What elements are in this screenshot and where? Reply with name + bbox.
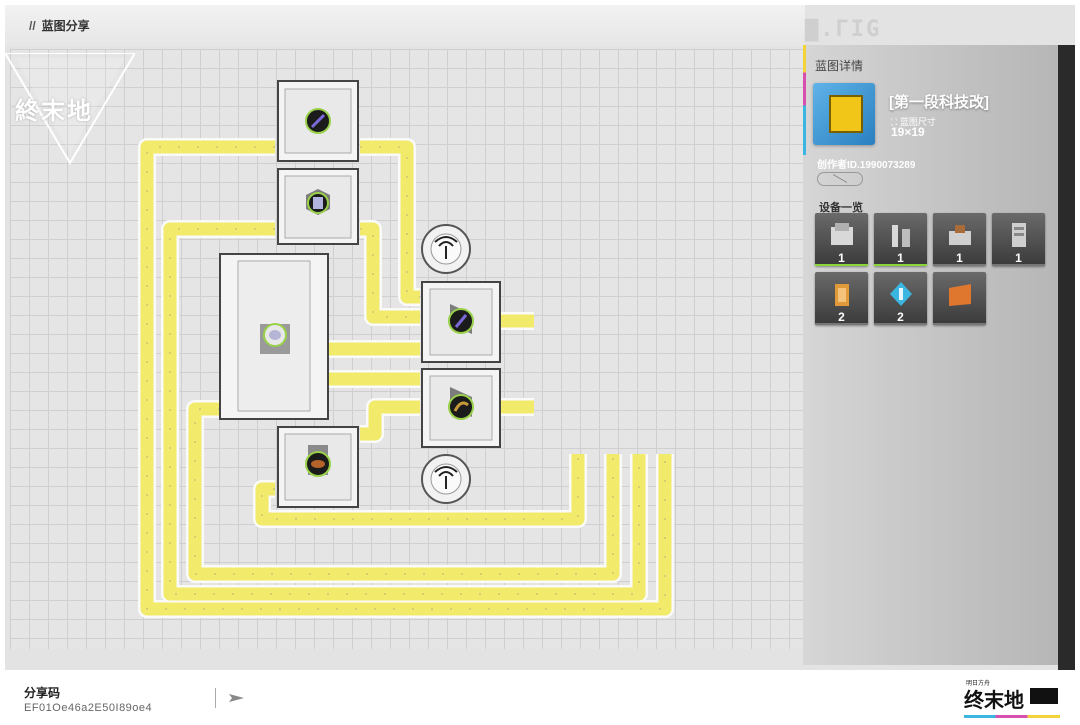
device-count: 1 [956, 251, 963, 265]
machine-second[interactable] [277, 168, 359, 245]
blueprint-name: [第一段科技改] [889, 94, 990, 111]
machine-right-bottom[interactable] [421, 368, 501, 448]
top-left-logo: 終末地 [5, 52, 137, 168]
blueprint-size-value: 19×19 [891, 125, 925, 139]
device-item[interactable]: 1 [874, 213, 927, 266]
device-count: 1 [838, 251, 845, 265]
device-item[interactable]: 2 [874, 272, 927, 325]
device-item[interactable]: 1 [933, 213, 986, 266]
blueprint-detail-panel: 蓝图详情 [第一段科技改] ⛶ 蓝图尺寸 19×19 创作者ID.1990073… [803, 45, 1058, 665]
copy-share-code-button[interactable] [228, 692, 246, 704]
device-item[interactable] [933, 272, 986, 325]
device-pylon-icon [835, 284, 849, 306]
logo-stripes [964, 715, 1060, 718]
device-refinery-icon [949, 225, 971, 245]
blueprint-name-text: 第一段科技改 [894, 94, 985, 111]
machine-bottom[interactable] [277, 426, 359, 508]
device-platform-icon [949, 284, 971, 306]
logo-block [1030, 688, 1058, 704]
machine-large[interactable] [219, 253, 329, 420]
device-item[interactable]: 1 [815, 213, 868, 266]
device-item[interactable]: 1 [992, 213, 1045, 266]
blueprint-icon [813, 83, 875, 145]
page-title-text: 蓝图分享 [41, 19, 90, 33]
device-machine-icon [831, 223, 853, 245]
author-action-button[interactable] [817, 172, 863, 186]
logo-text: 终末地 [964, 690, 1024, 712]
right-edge-strip [1058, 45, 1075, 670]
device-count: 1 [1015, 251, 1022, 265]
device-count: 2 [897, 310, 904, 324]
device-relay-icon [890, 282, 912, 306]
page-title: //蓝图分享 [29, 19, 90, 33]
author-id: 创作者ID.1990073289 [817, 160, 916, 171]
footer-divider [215, 688, 216, 708]
machine-right-top[interactable] [421, 281, 501, 363]
device-item[interactable]: 2 [815, 272, 868, 325]
top-bar: //蓝图分享 [5, 5, 805, 47]
device-storage-icon [1012, 223, 1026, 247]
decorative-code: ▇.ΓIG [805, 17, 882, 42]
device-count: 1 [897, 251, 904, 265]
machine-top[interactable] [277, 80, 359, 162]
panel-section-title: 蓝图详情 [815, 59, 864, 73]
device-tower-icon [892, 225, 910, 247]
share-code-label: 分享码 [24, 686, 61, 700]
share-code-value[interactable]: EF01Oe46a2E50I89oe4 [24, 702, 152, 714]
antenna-node-top[interactable] [421, 224, 471, 274]
antenna-node-bottom[interactable] [421, 454, 471, 504]
bottom-right-logo: 明日方舟 终末地 [964, 678, 1060, 718]
logo-text: 終末地 [15, 98, 93, 125]
send-arrow-icon [229, 694, 244, 702]
panel-accent-bar [803, 45, 806, 155]
device-count: 2 [838, 310, 845, 324]
footer: 分享码 EF01Oe46a2E50I89oe4 明日方舟 终末地 [0, 672, 1080, 725]
